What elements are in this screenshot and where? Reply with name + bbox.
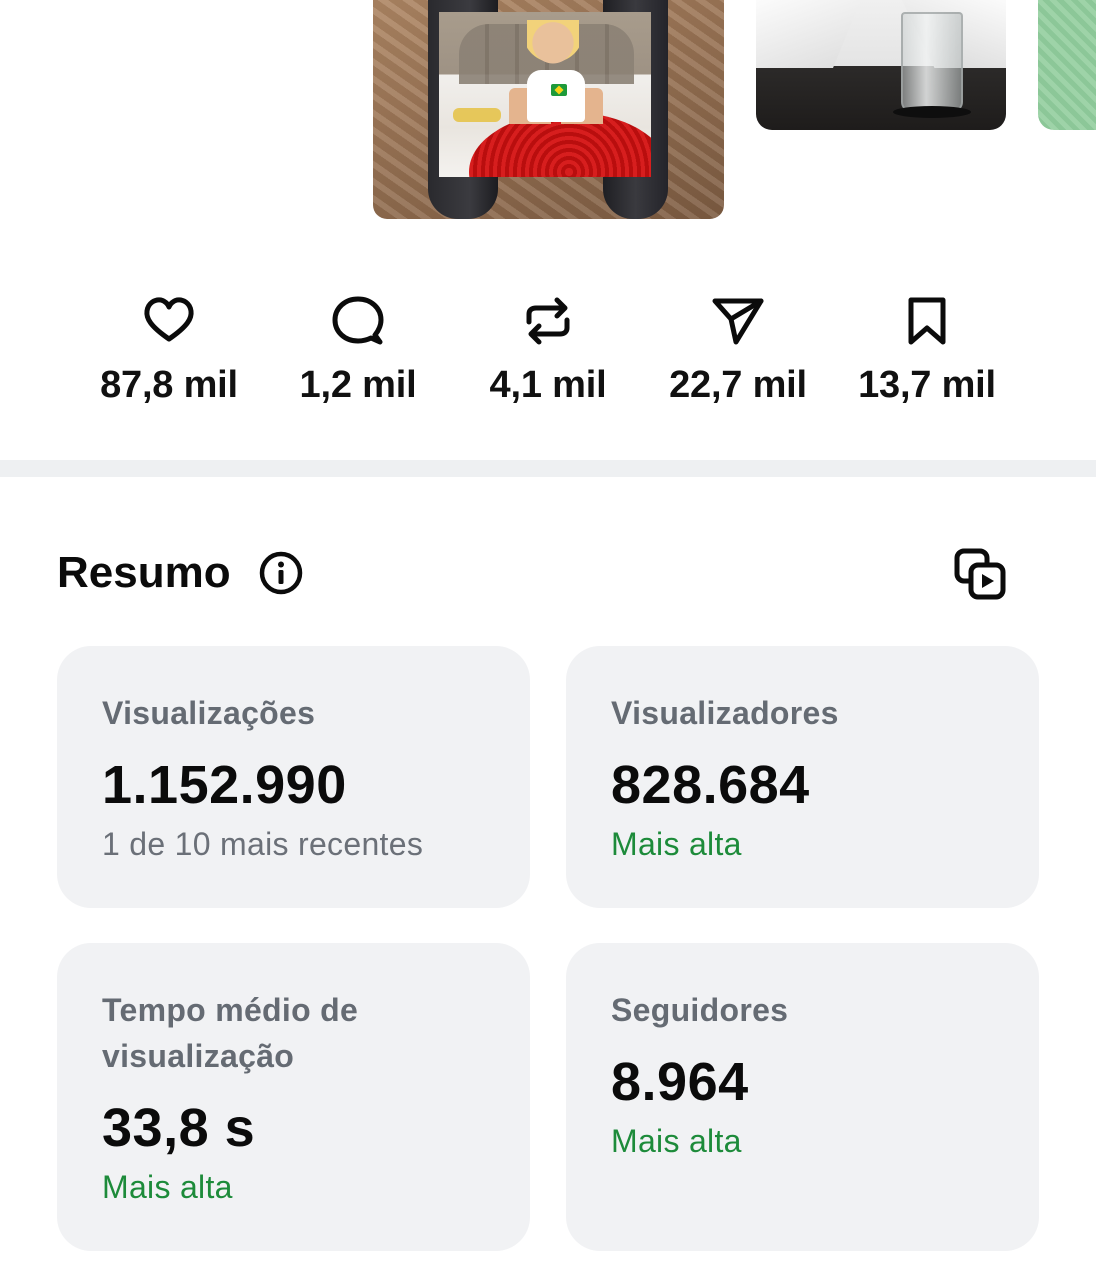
comments-count: 1,2 mil — [299, 364, 417, 406]
likes-count: 87,8 mil — [100, 364, 238, 406]
repost-icon — [526, 297, 570, 345]
watch-time-card[interactable]: Tempo médio de visualização 33,8 s Mais … — [57, 943, 530, 1251]
copy-media-icon[interactable] — [952, 546, 1008, 602]
send-icon — [712, 298, 764, 345]
bookmark-icon — [908, 297, 946, 345]
heart-icon — [144, 297, 194, 342]
saves-stat[interactable]: 13,7 mil — [837, 292, 1017, 407]
viewers-value: 828.684 — [611, 755, 810, 815]
followers-label: Seguidores — [611, 992, 789, 1028]
viewers-label: Visualizadores — [611, 695, 839, 731]
comment-icon — [332, 296, 384, 345]
post-image — [439, 12, 651, 177]
viewers-note: Mais alta — [611, 826, 742, 862]
views-card[interactable]: Visualizações 1.152.990 1 de 10 mais rec… — [57, 646, 530, 908]
reposts-stat[interactable]: 4,1 mil — [458, 292, 638, 407]
comments-stat[interactable]: 1,2 mil — [268, 292, 448, 407]
post-thumbnail-selected[interactable] — [373, 0, 724, 219]
photo-detail — [901, 12, 963, 112]
followers-note: Mais alta — [611, 1123, 742, 1159]
summary-title: Resumo — [57, 548, 231, 597]
watch-time-value: 33,8 s — [102, 1098, 256, 1158]
views-label: Visualizações — [102, 695, 316, 731]
shares-count: 22,7 mil — [669, 364, 807, 406]
section-divider — [0, 460, 1096, 477]
photo-detail — [453, 108, 501, 122]
watch-time-label-line1: Tempo médio de — [102, 992, 359, 1028]
likes-stat[interactable]: 87,8 mil — [79, 292, 259, 407]
post-thumbnail-2[interactable] — [756, 0, 1006, 130]
viewers-card[interactable]: Visualizadores 828.684 Mais alta — [566, 646, 1039, 908]
shares-stat[interactable]: 22,7 mil — [648, 292, 828, 407]
saves-count: 13,7 mil — [858, 364, 996, 406]
followers-value: 8.964 — [611, 1052, 749, 1112]
views-note: 1 de 10 mais recentes — [102, 826, 424, 862]
post-thumbnail-3[interactable] — [1038, 0, 1096, 130]
watch-time-label-line2: visualização — [102, 1038, 295, 1074]
post-insights-screen: 87,8 mil 1,2 mil 4,1 mil 22,7 mil 13,7 m… — [0, 0, 1096, 1280]
views-value: 1.152.990 — [102, 755, 347, 815]
watch-time-note: Mais alta — [102, 1169, 233, 1205]
info-icon[interactable] — [258, 550, 304, 596]
watch-time-label: Tempo médio de visualização — [102, 987, 358, 1079]
photo-detail — [756, 0, 866, 68]
photo-detail — [551, 84, 567, 96]
photo-detail — [527, 20, 579, 80]
reposts-count: 4,1 mil — [489, 364, 607, 406]
followers-card[interactable]: Seguidores 8.964 Mais alta — [566, 943, 1039, 1251]
photo-detail — [893, 106, 971, 118]
